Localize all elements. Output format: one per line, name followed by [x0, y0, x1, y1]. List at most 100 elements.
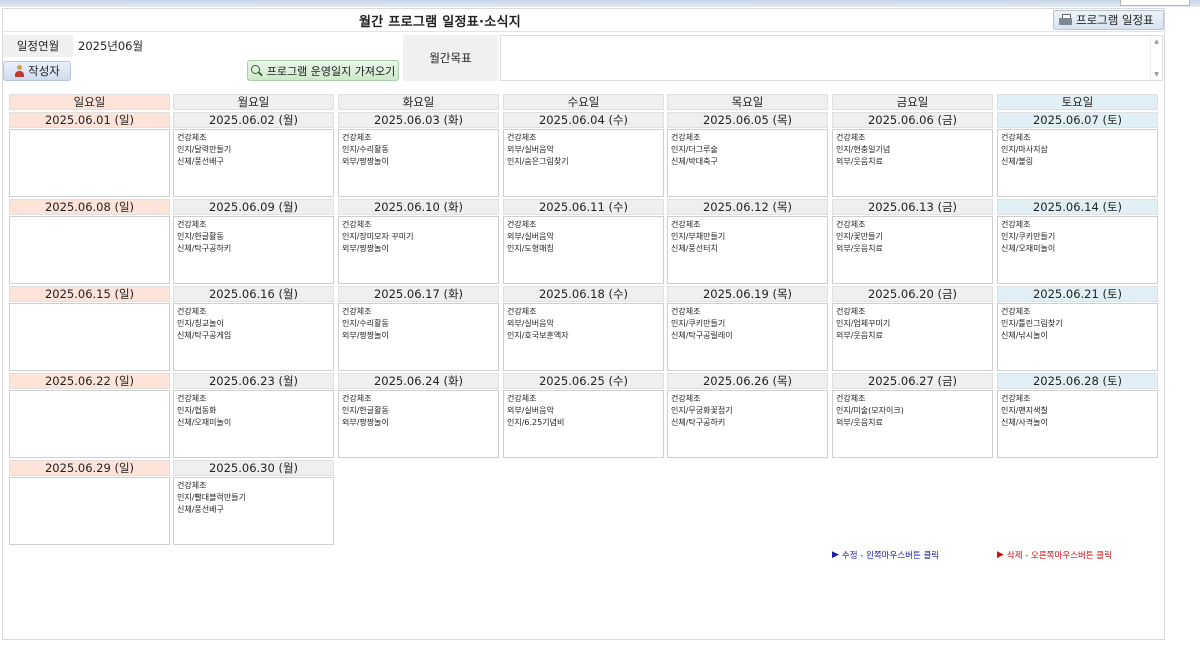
day-cell[interactable]: 2025.06.02 (월) 건강체조 인지/달력만들기 신체/풍선배구	[173, 112, 334, 197]
day-date[interactable]: 2025.06.12 (목)	[667, 199, 828, 215]
day-programs[interactable]: 건강체조 인지/장미모자 꾸미기 외부/짱짱놀이	[338, 216, 499, 284]
day-date[interactable]: 2025.06.27 (금)	[832, 373, 993, 389]
day-date[interactable]: 2025.06.26 (목)	[667, 373, 828, 389]
day-date[interactable]: 2025.06.17 (화)	[338, 286, 499, 302]
day-cell[interactable]: 2025.06.23 (월) 건강체조 인지/협동화 신체/오재미놀이	[173, 373, 334, 458]
day-date[interactable]: 2025.06.06 (금)	[832, 112, 993, 128]
day-programs[interactable]	[9, 477, 170, 545]
day-cell[interactable]: 2025.06.15 (일)	[9, 286, 170, 371]
day-date[interactable]: 2025.06.21 (토)	[997, 286, 1158, 302]
author-button[interactable]: 작성자	[3, 61, 71, 81]
day-programs[interactable]: 건강체조 인지/틀린그림찾기 신체/낚시놀이	[997, 303, 1158, 371]
day-programs[interactable]: 건강체조 인지/무궁화꽃접기 신체/탁구공하키	[667, 390, 828, 458]
day-programs[interactable]	[9, 303, 170, 371]
day-programs[interactable]: 건강체조 인지/협동화 신체/오재미놀이	[173, 390, 334, 458]
day-cell[interactable]: 2025.06.21 (토) 건강체조 인지/틀린그림찾기 신체/낚시놀이	[997, 286, 1158, 371]
day-date[interactable]: 2025.06.05 (목)	[667, 112, 828, 128]
day-programs[interactable]: 건강체조 외부/실버음악 인지/6.25기념비	[503, 390, 664, 458]
day-date[interactable]: 2025.06.22 (일)	[9, 373, 170, 389]
day-date[interactable]: 2025.06.08 (일)	[9, 199, 170, 215]
day-cell[interactable]: 2025.06.14 (토) 건강체조 인지/쿠키만들기 신체/오재미놀이	[997, 199, 1158, 284]
day-cell[interactable]: 2025.06.11 (수) 건강체조 외부/실버음악 인지/도형매칭	[503, 199, 664, 284]
day-cell[interactable]: 2025.06.01 (일)	[9, 112, 170, 197]
day-cell[interactable]: 2025.06.06 (금) 건강체조 인지/현충일기념 외부/웃음치료	[832, 112, 993, 197]
day-date[interactable]: 2025.06.02 (월)	[173, 112, 334, 128]
day-cell[interactable]: 2025.06.20 (금) 건강체조 인지/업체꾸미기 외부/웃음치료	[832, 286, 993, 371]
day-cell[interactable]: 2025.06.09 (월) 건강체조 인지/한글활동 신체/탁구공하키	[173, 199, 334, 284]
day-programs[interactable]: 건강체조 인지/칭교놀이 신체/탁구공게임	[173, 303, 334, 371]
day-programs[interactable]	[9, 390, 170, 458]
day-date[interactable]: 2025.06.24 (화)	[338, 373, 499, 389]
day-programs[interactable]: 건강체조 외부/실버음악 인지/호국보훈액자	[503, 303, 664, 371]
day-programs[interactable]: 건강체조 인지/미술(모자이크) 외부/웃음치료	[832, 390, 993, 458]
day-cell[interactable]: 2025.06.13 (금) 건강체조 인지/꽃만들기 외부/웃음치료	[832, 199, 993, 284]
day-cell[interactable]: 2025.06.24 (화) 건강체조 인지/한글활동 외부/짱짱놀이	[338, 373, 499, 458]
day-cell[interactable]: 2025.06.16 (월) 건강체조 인지/칭교놀이 신체/탁구공게임	[173, 286, 334, 371]
day-programs[interactable]: 건강체조 인지/한글활동 신체/탁구공하키	[173, 216, 334, 284]
day-programs[interactable]: 건강체조 인지/더그루술 신체/박대축구	[667, 129, 828, 197]
day-programs[interactable]: 건강체조 인지/마사지삼 신체/볼링	[997, 129, 1158, 197]
weekday-header-saturday: 토요일	[997, 94, 1158, 110]
day-cell[interactable]: 2025.06.07 (토) 건강체조 인지/마사지삼 신체/볼링	[997, 112, 1158, 197]
day-date[interactable]: 2025.06.11 (수)	[503, 199, 664, 215]
day-date[interactable]: 2025.06.20 (금)	[832, 286, 993, 302]
day-programs[interactable]: 건강체조 인지/쿠키만들기 신체/탁구공릴레이	[667, 303, 828, 371]
day-cell[interactable]: 2025.06.17 (화) 건강체조 인지/수리활동 외부/짱짱놀이	[338, 286, 499, 371]
day-date[interactable]: 2025.06.30 (월)	[173, 460, 334, 476]
print-schedule-button[interactable]: 프로그램 일정표	[1053, 10, 1164, 30]
day-programs[interactable]: 건강체조 인지/수리활동 외부/짱짱놀이	[338, 129, 499, 197]
day-date[interactable]: 2025.06.28 (토)	[997, 373, 1158, 389]
day-date[interactable]: 2025.06.09 (월)	[173, 199, 334, 215]
day-cell[interactable]: 2025.06.18 (수) 건강체조 외부/실버음악 인지/호국보훈액자	[503, 286, 664, 371]
day-programs[interactable]: 건강체조 인지/꽃만들기 외부/웃음치료	[832, 216, 993, 284]
day-programs[interactable]: 건강체조 외부/실버음악 인지/숨은그림찾기	[503, 129, 664, 197]
day-programs[interactable]: 건강체조 인지/팬지색칠 신체/사격놀이	[997, 390, 1158, 458]
day-date[interactable]: 2025.06.07 (토)	[997, 112, 1158, 128]
day-date[interactable]: 2025.06.15 (일)	[9, 286, 170, 302]
day-date[interactable]: 2025.06.01 (일)	[9, 112, 170, 128]
day-cell[interactable]: 2025.06.22 (일)	[9, 373, 170, 458]
scroll-down-icon[interactable]: ▼	[1154, 71, 1159, 78]
day-programs[interactable]: 건강체조 인지/빨대블럭만들기 신체/풍선배구	[173, 477, 334, 545]
goal-scrollbar[interactable]: ▲ ▼	[1150, 36, 1162, 80]
day-programs[interactable]: 건강체조 인지/업체꾸미기 외부/웃음치료	[832, 303, 993, 371]
scroll-up-icon[interactable]: ▲	[1154, 38, 1159, 45]
day-cell[interactable]: 2025.06.30 (월) 건강체조 인지/빨대블럭만들기 신체/풍선배구	[173, 460, 334, 545]
day-cell[interactable]: 2025.06.19 (목) 건강체조 인지/쿠키만들기 신체/탁구공릴레이	[667, 286, 828, 371]
day-date[interactable]: 2025.06.14 (토)	[997, 199, 1158, 215]
day-date[interactable]: 2025.06.19 (목)	[667, 286, 828, 302]
day-cell[interactable]: 2025.06.10 (화) 건강체조 인지/장미모자 꾸미기 외부/짱짱놀이	[338, 199, 499, 284]
day-date[interactable]: 2025.06.29 (일)	[9, 460, 170, 476]
day-date[interactable]: 2025.06.10 (화)	[338, 199, 499, 215]
day-date[interactable]: 2025.06.18 (수)	[503, 286, 664, 302]
day-programs[interactable]: 건강체조 인지/수리활동 외부/짱짱놀이	[338, 303, 499, 371]
day-programs[interactable]	[9, 216, 170, 284]
day-programs[interactable]	[9, 129, 170, 197]
day-cell[interactable]: 2025.06.08 (일)	[9, 199, 170, 284]
day-date[interactable]: 2025.06.03 (화)	[338, 112, 499, 128]
goal-textarea[interactable]: ▲ ▼	[500, 35, 1163, 81]
month-value[interactable]: 2025년06월	[78, 35, 238, 57]
day-programs[interactable]: 건강체조 인지/한글활동 외부/짱짱놀이	[338, 390, 499, 458]
day-date[interactable]: 2025.06.25 (수)	[503, 373, 664, 389]
day-cell[interactable]: 2025.06.29 (일)	[9, 460, 170, 545]
import-log-button[interactable]: 프로그램 운영일지 가져오기	[247, 60, 399, 81]
day-programs[interactable]: 건강체조 인지/달력만들기 신체/풍선배구	[173, 129, 334, 197]
author-value[interactable]	[78, 61, 238, 81]
day-programs[interactable]: 건강체조 인지/현충일기념 외부/웃음치료	[832, 129, 993, 197]
day-cell[interactable]: 2025.06.04 (수) 건강체조 외부/실버음악 인지/숨은그림찾기	[503, 112, 664, 197]
day-cell[interactable]: 2025.06.27 (금) 건강체조 인지/미술(모자이크) 외부/웃음치료	[832, 373, 993, 458]
day-date[interactable]: 2025.06.23 (월)	[173, 373, 334, 389]
day-date[interactable]: 2025.06.04 (수)	[503, 112, 664, 128]
day-cell[interactable]: 2025.06.03 (화) 건강체조 인지/수리활동 외부/짱짱놀이	[338, 112, 499, 197]
day-cell[interactable]: 2025.06.12 (목) 건강체조 인지/부채만들기 신체/풍선터치	[667, 199, 828, 284]
day-programs[interactable]: 건강체조 외부/실버음악 인지/도형매칭	[503, 216, 664, 284]
day-date[interactable]: 2025.06.13 (금)	[832, 199, 993, 215]
day-programs[interactable]: 건강체조 인지/쿠키만들기 신체/오재미놀이	[997, 216, 1158, 284]
day-cell[interactable]: 2025.06.05 (목) 건강체조 인지/더그루술 신체/박대축구	[667, 112, 828, 197]
day-programs[interactable]: 건강체조 인지/부채만들기 신체/풍선터치	[667, 216, 828, 284]
day-date[interactable]: 2025.06.16 (월)	[173, 286, 334, 302]
day-cell[interactable]: 2025.06.28 (토) 건강체조 인지/팬지색칠 신체/사격놀이	[997, 373, 1158, 458]
day-cell[interactable]: 2025.06.26 (목) 건강체조 인지/무궁화꽃접기 신체/탁구공하키	[667, 373, 828, 458]
day-cell[interactable]: 2025.06.25 (수) 건강체조 외부/실버음악 인지/6.25기념비	[503, 373, 664, 458]
